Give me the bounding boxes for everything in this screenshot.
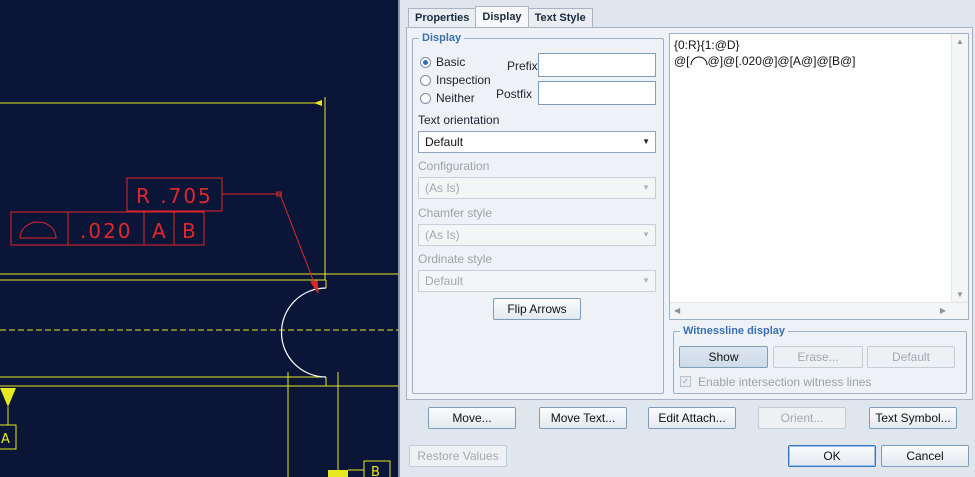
cad-canvas[interactable]: A B R .705 .020 A B bbox=[0, 0, 400, 477]
datum-a-symbol: A bbox=[0, 388, 17, 450]
dropdown-arrow-icon: ▼ bbox=[642, 183, 650, 192]
text-orientation-label: Text orientation bbox=[418, 113, 500, 127]
editor-line-2-prefix: @[ bbox=[674, 54, 690, 68]
prefix-input[interactable] bbox=[538, 53, 656, 77]
erase-witness-button[interactable]: Erase... bbox=[773, 346, 863, 368]
editor-line-1[interactable]: {0:R}{1:@D} bbox=[674, 38, 740, 52]
dimension-text-editor[interactable]: {0:R}{1:@D} @[ @]@[.020@]@[A@]@[B@] ▲ ▼ ◀… bbox=[669, 33, 969, 320]
profile-of-line-icon bbox=[19, 221, 57, 239]
configuration-value: (As Is) bbox=[425, 181, 460, 195]
ordinate-style-label: Ordinate style bbox=[418, 252, 493, 266]
witnessline-legend: Witnessline display bbox=[683, 325, 785, 337]
radio-neither-label: Neither bbox=[436, 91, 475, 105]
move-text-button[interactable]: Move Text... bbox=[539, 407, 627, 429]
radio-inspection[interactable]: Inspection bbox=[420, 73, 491, 87]
tab-properties[interactable]: Properties bbox=[408, 8, 477, 27]
dropdown-arrow-icon: ▼ bbox=[642, 230, 650, 239]
radio-neither-indicator[interactable] bbox=[420, 92, 431, 104]
datum-ref-2: B bbox=[182, 219, 198, 243]
radio-inspection-indicator[interactable] bbox=[420, 74, 431, 86]
tab-text-style[interactable]: Text Style bbox=[527, 8, 593, 27]
cancel-button[interactable]: Cancel bbox=[881, 445, 969, 467]
radio-basic[interactable]: Basic bbox=[420, 55, 465, 69]
configuration-label: Configuration bbox=[418, 159, 490, 173]
dropdown-arrow-icon: ▼ bbox=[642, 137, 650, 146]
editor-line-2[interactable]: @[ @]@[.020@]@[A@]@[B@] bbox=[674, 54, 856, 68]
display-group-legend: Display bbox=[422, 32, 462, 44]
dimension-properties-dialog: Properties Display Text Style Display Ba… bbox=[398, 0, 975, 477]
chamfer-style-label: Chamfer style bbox=[418, 206, 493, 220]
scroll-up-icon[interactable]: ▲ bbox=[956, 37, 964, 46]
text-orientation-value: Default bbox=[425, 135, 464, 149]
restore-values-button[interactable]: Restore Values bbox=[409, 445, 507, 467]
move-button[interactable]: Move... bbox=[428, 407, 516, 429]
radio-inspection-label: Inspection bbox=[436, 73, 491, 87]
prefix-label: Prefix bbox=[507, 59, 538, 73]
ok-button[interactable]: OK bbox=[788, 445, 876, 467]
show-witness-button[interactable]: Show bbox=[679, 346, 768, 368]
radio-neither[interactable]: Neither bbox=[420, 91, 475, 105]
configuration-select[interactable]: (As Is) ▼ bbox=[418, 177, 656, 199]
enable-intersection-label: Enable intersection witness lines bbox=[698, 375, 872, 389]
scroll-left-icon[interactable]: ◀ bbox=[674, 306, 680, 315]
ordinate-style-value: Default bbox=[425, 274, 464, 288]
editor-line-2-rest: @]@[.020@]@[A@]@[B@] bbox=[707, 54, 856, 68]
profile-symbol-icon bbox=[690, 56, 708, 66]
enable-intersection-checkbox[interactable]: ✓ bbox=[680, 376, 691, 387]
tab-bar: Properties Display Text Style bbox=[408, 6, 593, 28]
text-symbol-button[interactable]: Text Symbol... bbox=[869, 407, 957, 429]
scroll-down-icon[interactable]: ▼ bbox=[956, 290, 964, 299]
editor-vertical-scrollbar[interactable]: ▲ ▼ bbox=[951, 34, 968, 319]
editor-horizontal-scrollbar[interactable]: ◀ ▶ bbox=[670, 302, 968, 319]
radio-basic-label: Basic bbox=[436, 55, 466, 69]
semicircle-cutout[interactable] bbox=[280, 287, 327, 378]
chamfer-style-value: (As Is) bbox=[425, 228, 460, 242]
datum-b-label: B bbox=[371, 465, 380, 477]
dropdown-arrow-icon: ▼ bbox=[642, 276, 650, 285]
radio-basic-indicator[interactable] bbox=[420, 56, 431, 68]
display-tab-panel: Display Basic Inspection Neither Prefix … bbox=[406, 27, 973, 400]
tab-display[interactable]: Display bbox=[475, 6, 529, 27]
part-geometry bbox=[0, 97, 400, 477]
edit-attach-button[interactable]: Edit Attach... bbox=[648, 407, 736, 429]
datum-ref-1: A bbox=[152, 219, 168, 243]
orient-button[interactable]: Orient... bbox=[758, 407, 846, 429]
tolerance-value: .020 bbox=[80, 219, 133, 243]
radius-label[interactable]: R .705 bbox=[136, 184, 213, 208]
text-orientation-select[interactable]: Default ▼ bbox=[418, 131, 656, 153]
datum-a-label: A bbox=[1, 432, 10, 447]
datum-b-symbol: B bbox=[328, 460, 391, 477]
default-witness-button[interactable]: Default bbox=[867, 346, 955, 368]
postfix-label: Postfix bbox=[496, 87, 533, 101]
flip-arrows-button[interactable]: Flip Arrows bbox=[493, 298, 581, 320]
ordinate-style-select[interactable]: Default ▼ bbox=[418, 270, 656, 292]
scroll-right-icon[interactable]: ▶ bbox=[940, 306, 946, 315]
chamfer-style-select[interactable]: (As Is) ▼ bbox=[418, 224, 656, 246]
postfix-input[interactable] bbox=[538, 81, 656, 105]
